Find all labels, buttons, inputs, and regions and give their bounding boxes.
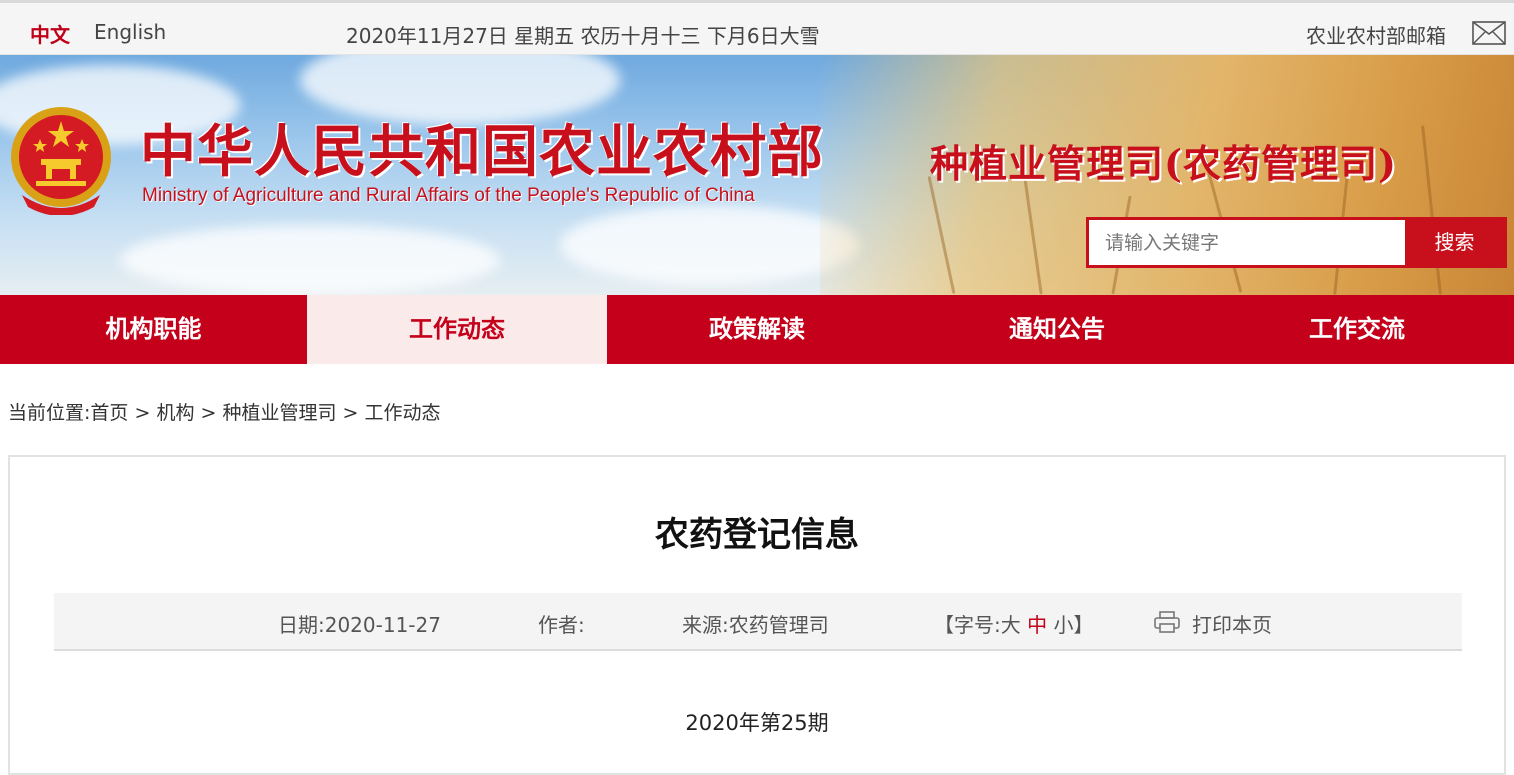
font-size-prefix: 【字号: <box>934 613 1001 637</box>
article-source: 来源:农药管理司 <box>682 613 829 637</box>
font-size-suffix: 】 <box>1073 613 1094 637</box>
breadcrumb: 当前位置:首页 > 机构 > 种植业管理司 > 工作动态 <box>8 398 441 425</box>
search-input[interactable] <box>1089 220 1407 265</box>
article-issue-number: 2020年第25期 <box>685 711 829 735</box>
ministry-name-chinese: 中华人民共和国农业农村部 <box>140 119 824 185</box>
banner-cloud <box>560 205 860 285</box>
nav-item-policy-interpretation[interactable]: 政策解读 <box>607 295 907 364</box>
department-name: 种植业管理司(农药管理司) <box>930 141 1397 186</box>
ministry-name-english: Ministry of Agriculture and Rural Affair… <box>142 185 755 206</box>
article-meta-bar: 日期:2020-11-27 作者: 来源:农药管理司 【字号:大 中 小】 打印… <box>54 593 1462 651</box>
article-date: 日期:2020-11-27 <box>278 613 441 637</box>
article-title: 农药登记信息 <box>655 515 859 555</box>
breadcrumb-institution-link[interactable]: 机构 <box>156 402 194 424</box>
breadcrumb-separator: > <box>342 402 359 424</box>
font-size-controls: 【字号:大 中 小】 <box>934 609 1093 638</box>
search-button[interactable]: 搜索 <box>1405 220 1504 265</box>
breadcrumb-home-link[interactable]: 首页 <box>90 402 128 424</box>
breadcrumb-separator: > <box>200 402 217 424</box>
font-size-small-button[interactable]: 小 <box>1053 613 1073 637</box>
article-author: 作者: <box>538 613 585 637</box>
breadcrumb-prefix: 当前位置: <box>8 402 91 424</box>
font-size-large-button[interactable]: 大 <box>1001 613 1021 637</box>
nav-item-work-news[interactable]: 工作动态 <box>307 295 607 364</box>
national-emblem-icon <box>11 107 111 215</box>
breadcrumb-department-link[interactable]: 种植业管理司 <box>222 402 336 424</box>
ministry-mail-link[interactable]: 农业农村部邮箱 <box>1306 20 1446 49</box>
current-date-text: 2020年11月27日 星期五 农历十月十三 下月6日大雪 <box>346 24 820 48</box>
breadcrumb-work-news-link[interactable]: 工作动态 <box>365 402 441 424</box>
search-box: 搜索 <box>1086 217 1507 268</box>
nav-item-notices[interactable]: 通知公告 <box>907 295 1207 364</box>
main-nav: 机构职能 工作动态 政策解读 通知公告 工作交流 <box>0 295 1514 364</box>
nav-item-institution-functions[interactable]: 机构职能 <box>0 295 307 364</box>
banner-cloud <box>120 225 500 295</box>
breadcrumb-separator: > <box>134 402 151 424</box>
nav-item-work-exchange[interactable]: 工作交流 <box>1207 295 1507 364</box>
language-english-link[interactable]: English <box>94 20 166 44</box>
printer-icon[interactable] <box>1154 611 1180 633</box>
font-size-medium-button[interactable]: 中 <box>1027 613 1047 637</box>
header-banner: 中华人民共和国农业农村部 Ministry of Agriculture and… <box>0 55 1514 295</box>
language-chinese-link[interactable]: 中文 <box>30 19 70 48</box>
print-page-link[interactable]: 打印本页 <box>1192 609 1272 638</box>
article-container: 农药登记信息 日期:2020-11-27 作者: 来源:农药管理司 【字号:大 … <box>8 455 1506 775</box>
mail-icon[interactable] <box>1472 21 1506 45</box>
top-bar: 中文 English 2020年11月27日 星期五 农历十月十三 下月6日大雪… <box>0 0 1514 55</box>
